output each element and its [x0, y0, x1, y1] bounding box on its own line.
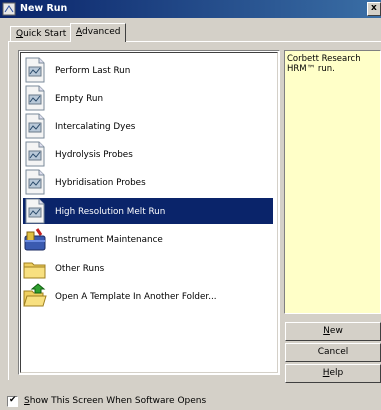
run-list-item-label: Empty Run [55, 94, 104, 104]
run-list-item[interactable]: Perform Last Run [23, 57, 273, 83]
run-list-item-label: High Resolution Melt Run [55, 207, 166, 217]
document-icon [23, 141, 47, 167]
run-list-item-label: Hybridisation Probes [55, 178, 146, 188]
document-icon [23, 198, 47, 224]
run-list-item[interactable]: Empty Run [23, 85, 273, 111]
run-list-item-label: Intercalating Dyes [55, 122, 136, 132]
tab-label: uick Start [23, 29, 67, 39]
run-list-item[interactable]: Hydrolysis Probes [23, 141, 273, 167]
tab-strip: Quick Start Advanced [10, 22, 381, 42]
run-list-item[interactable]: Other Runs [23, 255, 273, 281]
show-on-open-row[interactable]: ✔ Show This Screen When Software Opens [7, 395, 267, 408]
document-icon [23, 169, 47, 195]
run-list-item[interactable]: High Resolution Melt Run [23, 198, 273, 224]
new-button[interactable]: New [285, 322, 381, 341]
run-list-item[interactable]: Hybridisation Probes [23, 169, 273, 195]
run-list-item-label: Perform Last Run [55, 66, 131, 76]
tab-label: dvanced [82, 27, 121, 37]
title-bar: New Run x [0, 0, 381, 18]
document-icon [23, 113, 47, 139]
run-description: Corbett Research HRM™ run. [287, 54, 361, 74]
check-mark-icon: ✔ [9, 395, 17, 405]
button-label: Cancel [317, 347, 349, 357]
run-list-item-label: Instrument Maintenance [55, 235, 163, 245]
run-list-item[interactable]: Intercalating Dyes [23, 113, 273, 139]
run-list-item[interactable]: Open A Template In Another Folder... [23, 283, 273, 309]
description-panel: Corbett Research HRM™ run. [284, 50, 381, 314]
checkbox-text: how This Screen When Software Opens [29, 396, 207, 406]
toolbox-icon [23, 226, 47, 252]
button-label: elp [329, 368, 344, 378]
button-label: ew [329, 326, 343, 336]
close-icon: x [371, 3, 377, 13]
button-hotkey: N [323, 326, 330, 336]
button-hotkey: H [322, 368, 330, 378]
folder-icon [23, 255, 47, 281]
folder-open-icon [23, 283, 47, 309]
run-list-item[interactable]: Instrument Maintenance [23, 226, 273, 252]
help-button[interactable]: Help [285, 364, 381, 383]
window-title: New Run [20, 3, 68, 14]
show-on-open-checkbox[interactable]: ✔ [7, 395, 18, 407]
run-list-item-label: Hydrolysis Probes [55, 150, 133, 160]
run-list-item-label: Open A Template In Another Folder... [55, 292, 217, 302]
document-icon [23, 85, 47, 111]
document-icon [23, 57, 47, 83]
cancel-button[interactable]: Cancel [285, 343, 381, 362]
show-on-open-label: Show This Screen When Software Opens [24, 396, 206, 406]
window-app-icon [2, 2, 16, 16]
tab-quick-start[interactable]: Quick Start [10, 26, 73, 41]
run-type-list[interactable]: Perform Last Run Empty Run Intercalating D… [18, 50, 280, 375]
close-button[interactable]: x [367, 2, 381, 16]
run-list-item-label: Other Runs [55, 264, 105, 274]
tab-advanced[interactable]: Advanced [70, 23, 127, 42]
